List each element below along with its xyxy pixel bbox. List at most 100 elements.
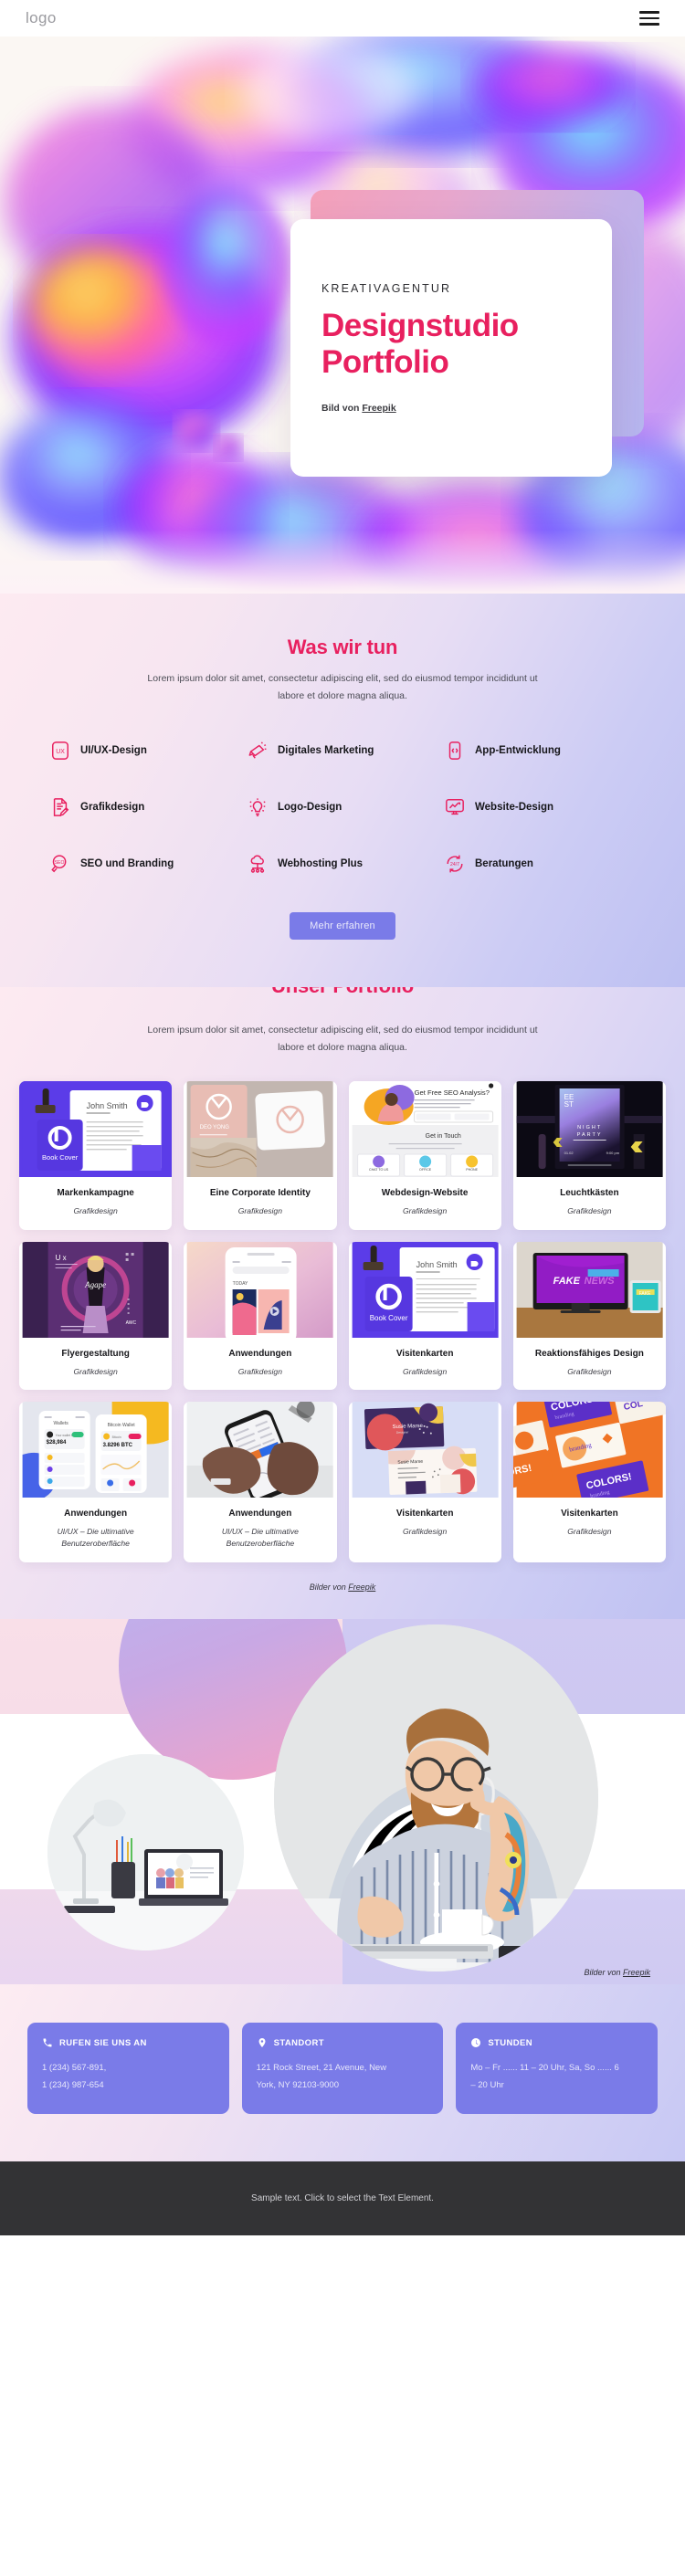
service-item-beratungen[interactable]: 24/7 Beratungen xyxy=(445,854,635,874)
hamburger-menu-icon[interactable] xyxy=(639,11,659,26)
service-label: Webhosting Plus xyxy=(278,857,364,869)
portfolio-card[interactable]: John Smith Book Cover Visitenkarten Graf… xyxy=(348,1241,501,1391)
contact-card-line: York, NY 92103-9000 xyxy=(256,2080,339,2091)
service-item-logo-design[interactable]: Logo-Design xyxy=(248,797,437,817)
portfolio-card-title: Visitenkarten xyxy=(561,1509,618,1519)
portfolio-card[interactable]: Get Free SEO Analysis? Get in Touch CHAT… xyxy=(348,1080,501,1230)
service-item-seo-und-branding[interactable]: SEO SEO und Branding xyxy=(50,854,240,874)
portfolio-card-title: Visitenkarten xyxy=(395,1348,454,1359)
contact-card-line: 1 (234) 567-891, xyxy=(42,2063,107,2074)
service-item-app-entwicklung[interactable]: App-Entwicklung xyxy=(445,741,635,761)
portfolio-subtitle: Lorem ipsum dolor sit amet, consectetur … xyxy=(147,1024,538,1054)
contact-card-line: 121 Rock Street, 21 Avenue, New xyxy=(256,2063,387,2074)
hero-title-line-1: Designstudio xyxy=(321,308,519,344)
portfolio-card[interactable]: Agape U x AWC Flyergestaltung Grafikdesi… xyxy=(19,1241,173,1391)
services-subtitle: Lorem ipsum dolor sit amet, consectetur … xyxy=(147,673,538,702)
page-root: logo KREATIVAGENTUR Designstudio Portfol… xyxy=(0,0,685,2236)
service-item-website-design[interactable]: Website-Design xyxy=(445,797,635,817)
portfolio-card[interactable]: DEO YONG Eine Corporate Identity Grafikd… xyxy=(184,1080,337,1230)
portfolio-card[interactable]: Anwendungen UI/UX – Die ultimative Benut… xyxy=(184,1402,337,1563)
svg-text:PARTY: PARTY xyxy=(576,1132,602,1138)
service-item-grafikdesign[interactable]: Grafikdesign xyxy=(50,797,240,817)
services-section: Was wir tun Lorem ipsum dolor sit amet, … xyxy=(0,594,685,987)
hero-section: KREATIVAGENTUR Designstudio Portfolio Bi… xyxy=(0,37,685,594)
svg-text:John Smith: John Smith xyxy=(416,1260,457,1269)
freepik-link[interactable]: Freepik xyxy=(348,1582,375,1592)
portfolio-thumbnail: Agape U x AWC xyxy=(19,1241,172,1338)
contact-card-location[interactable]: STANDORT 121 Rock Street, 21 Avenue, New… xyxy=(241,2023,444,2115)
svg-text:UX: UX xyxy=(56,749,65,755)
svg-text:TODAY: TODAY xyxy=(233,1281,248,1287)
contact-card-hours[interactable]: STUNDEN Mo – Fr ...... 11 – 20 Uhr, Sa, … xyxy=(456,2023,658,2115)
service-label: UI/UX-Design xyxy=(80,744,147,756)
contact-card-line: Mo – Fr ...... 11 – 20 Uhr, Sa, So .....… xyxy=(470,2063,619,2074)
svg-text:Bitcoin: Bitcoin xyxy=(112,1435,121,1439)
hero-card: KREATIVAGENTUR Designstudio Portfolio Bi… xyxy=(290,219,612,477)
service-item-webhosting-plus[interactable]: Webhosting Plus xyxy=(248,854,437,874)
svg-text:Susie Marse: Susie Marse xyxy=(392,1424,423,1430)
portfolio-card-category: Grafikdesign xyxy=(567,1205,612,1215)
freepik-link[interactable]: Freepik xyxy=(362,403,395,414)
portfolio-card-title: Markenkampagne xyxy=(57,1187,134,1198)
service-item-digitales-marketing[interactable]: Digitales Marketing xyxy=(248,741,437,761)
portfolio-card-title: Anwendungen xyxy=(228,1509,292,1519)
portfolio-card[interactable]: Wallets Your wallet balance $28,984 Bitc… xyxy=(19,1402,173,1563)
portfolio-thumbnail: Get Free SEO Analysis? Get in Touch CHAT… xyxy=(349,1080,501,1177)
portfolio-card-category: UI/UX – Die ultimative Benutzeroberfläch… xyxy=(57,1527,134,1549)
svg-text:SEO: SEO xyxy=(55,860,65,866)
portfolio-card-category: Grafikdesign xyxy=(403,1527,448,1537)
portfolio-title-clipped: Unser Portfolio xyxy=(0,987,685,1011)
svg-text:01.02: 01.02 xyxy=(564,1151,574,1155)
credit-prefix: Bild von xyxy=(321,402,363,414)
portfolio-section: Unser Portfolio Lorem ipsum dolor sit am… xyxy=(0,986,685,1620)
portfolio-thumbnail: EE ST NIGHT PARTY 01.02 9:00 pm xyxy=(513,1080,666,1177)
credit-prefix: Bilder von xyxy=(584,1968,623,1978)
portfolio-card-category: Grafikdesign xyxy=(567,1366,612,1376)
portfolio-card[interactable]: COLORS! branding COL branding ORS! COLOR… xyxy=(512,1402,666,1563)
portfolio-card-category: Grafikdesign xyxy=(73,1205,118,1215)
portfolio-card-category: Grafikdesign xyxy=(73,1366,118,1376)
svg-text:Bitcoin Wallet: Bitcoin Wallet xyxy=(108,1423,136,1428)
portfolio-card-title: Eine Corporate Identity xyxy=(209,1187,311,1198)
portfolio-card[interactable]: FAKE NEWS FAKE Reaktionsfähiges Design G… xyxy=(512,1241,666,1391)
freepik-link[interactable]: Freepik xyxy=(623,1968,650,1977)
footer-sample-text[interactable]: Sample text. Click to select the Text El… xyxy=(251,2193,434,2203)
credit-prefix: Bilder von xyxy=(309,1582,349,1593)
portfolio-card[interactable]: Susie Marse Designer Susie Marse Visiten… xyxy=(348,1402,501,1563)
portfolio-images-credit: Bilder von Freepik xyxy=(0,1582,685,1592)
portfolio-card-title: Visitenkarten xyxy=(395,1509,454,1519)
svg-text:DEO YONG: DEO YONG xyxy=(200,1125,230,1130)
portfolio-thumbnail xyxy=(184,1402,336,1498)
lightbulb-icon xyxy=(248,797,268,817)
phone-icon xyxy=(42,2037,53,2048)
portfolio-card[interactable]: EE ST NIGHT PARTY 01.02 9:00 pm Leuchtkäs… xyxy=(512,1080,666,1230)
portfolio-card-title: Anwendungen xyxy=(228,1348,292,1359)
seo-magnifier-icon: SEO xyxy=(50,854,70,874)
svg-text:Book Cover: Book Cover xyxy=(369,1314,407,1322)
svg-text:Book Cover: Book Cover xyxy=(42,1153,79,1162)
contact-card-call-us[interactable]: RUFEN SIE UNS AN 1 (234) 567-891, 1 (234… xyxy=(27,2023,229,2115)
mobile-code-icon xyxy=(445,741,465,761)
mehr-erfahren-button[interactable]: Mehr erfahren xyxy=(290,911,395,940)
svg-text:Agape: Agape xyxy=(84,1280,106,1289)
portfolio-thumbnail: FAKE NEWS FAKE xyxy=(513,1241,666,1338)
portfolio-grid: John Smith Book Cover Markenkampagne Gra… xyxy=(19,1080,666,1563)
portfolio-card[interactable]: TODAY MOCKUP Anwendungen Grafikdesign xyxy=(184,1241,337,1391)
workspace-photo xyxy=(47,1754,244,1951)
team-photo-section: Bilder von Freepik xyxy=(0,1619,685,1985)
svg-text:John Smith: John Smith xyxy=(87,1101,128,1110)
service-item-ui-ux-design[interactable]: UX UI/UX-Design xyxy=(50,741,240,761)
portfolio-thumbnail: Wallets Your wallet balance $28,984 Bitc… xyxy=(19,1402,172,1498)
portfolio-card-category: Grafikdesign xyxy=(237,1205,282,1215)
portfolio-card[interactable]: John Smith Book Cover Markenkampagne Gra… xyxy=(19,1080,173,1230)
logo[interactable]: logo xyxy=(26,9,57,27)
svg-text:Wallets: Wallets xyxy=(54,1421,69,1426)
portfolio-card-title: Webdesign-Website xyxy=(381,1187,469,1198)
portfolio-card-title: Leuchtkästen xyxy=(560,1187,619,1198)
team-member-photo xyxy=(274,1624,598,1972)
contact-card-line: – 20 Uhr xyxy=(470,2080,504,2091)
portfolio-thumbnail: Susie Marse Designer Susie Marse xyxy=(349,1402,501,1498)
site-footer: Sample text. Click to select the Text El… xyxy=(0,2161,685,2236)
service-label: SEO und Branding xyxy=(80,857,174,869)
service-label: Logo-Design xyxy=(278,801,342,813)
